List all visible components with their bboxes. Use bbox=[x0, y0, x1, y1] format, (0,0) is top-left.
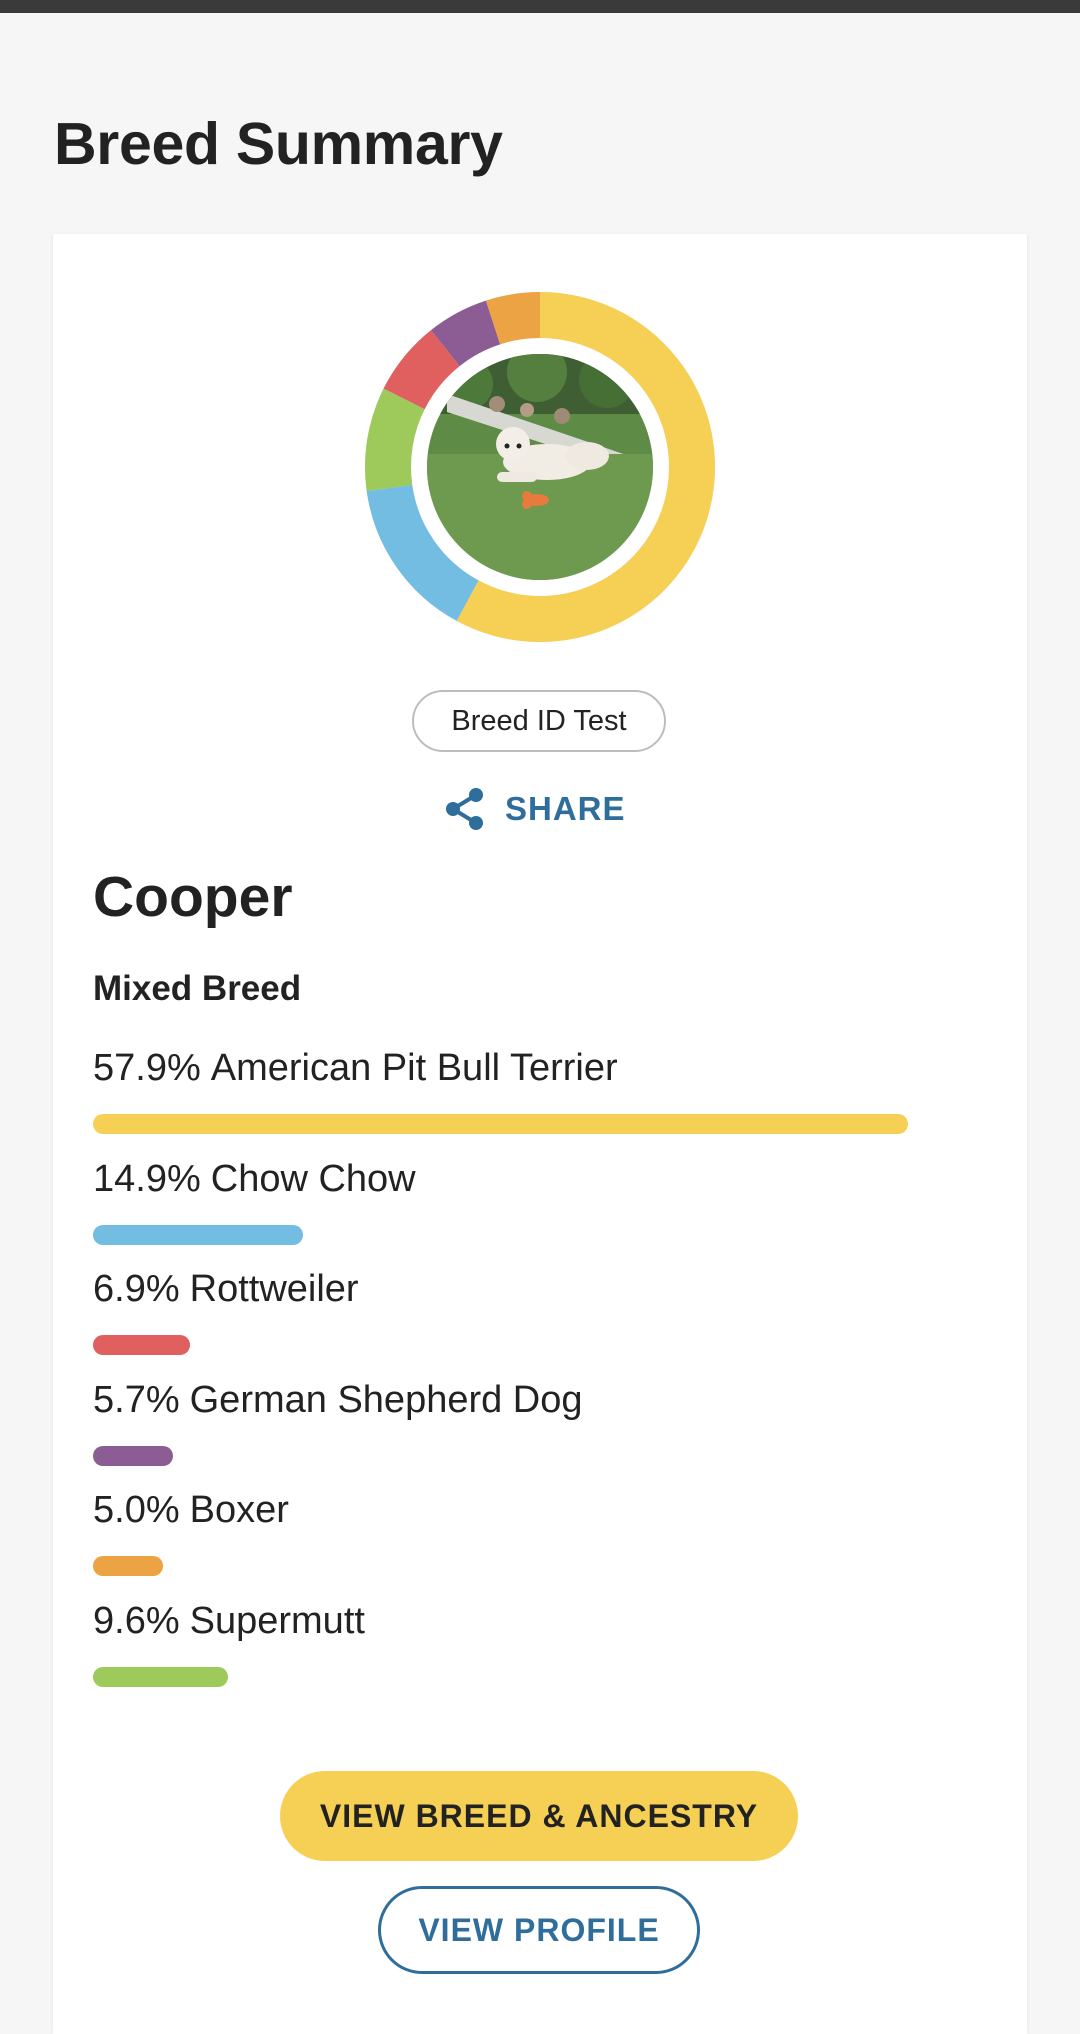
page-title: Breed Summary bbox=[54, 111, 503, 177]
breed-bar-track bbox=[93, 1556, 913, 1577]
view-profile-button[interactable]: VIEW PROFILE bbox=[378, 1886, 700, 1974]
breed-bar bbox=[93, 1556, 164, 1577]
view-breed-ancestry-button[interactable]: VIEW BREED & ANCESTRY bbox=[280, 1771, 798, 1861]
breed-name: Boxer bbox=[189, 1489, 289, 1532]
breed-percent: 6.9% bbox=[93, 1268, 180, 1311]
donut-segment bbox=[383, 330, 461, 410]
share-label: SHARE bbox=[505, 790, 626, 827]
breed-bar bbox=[93, 1335, 191, 1356]
breed-percent: 14.9% bbox=[93, 1157, 201, 1200]
breed-donut-chart bbox=[365, 292, 715, 642]
breed-percent: 57.9% bbox=[93, 1047, 201, 1089]
breed-percent: 9.6% bbox=[93, 1599, 180, 1642]
breed-id-test-badge: Breed ID Test bbox=[412, 690, 666, 752]
share-button[interactable]: SHARE bbox=[443, 786, 626, 832]
breed-row-german-shepherd: 5.7% German Shepherd Dog bbox=[93, 1378, 913, 1489]
breed-bar bbox=[93, 1114, 908, 1134]
breed-type: Mixed Breed bbox=[93, 969, 302, 1008]
breed-name: Supermutt bbox=[189, 1599, 365, 1642]
breed-bar-track bbox=[93, 1335, 913, 1356]
breed-bar-track bbox=[93, 1666, 913, 1687]
breed-bar bbox=[93, 1666, 229, 1687]
donut-segment bbox=[365, 388, 425, 492]
share-icon bbox=[446, 788, 483, 830]
breed-name: American Pit Bull Terrier bbox=[210, 1047, 618, 1089]
breed-percent: 5.0% bbox=[93, 1489, 180, 1532]
breed-bar-track bbox=[93, 1445, 913, 1466]
breed-bar-track bbox=[93, 1224, 913, 1245]
breed-name: German Shepherd Dog bbox=[189, 1378, 583, 1421]
breed-row-chow-chow: 14.9% Chow Chow bbox=[93, 1157, 913, 1268]
breed-list: 57.9% American Pit Bull Terrier 14.9% Chow… bbox=[93, 1046, 913, 1710]
breed-summary-card: Breed ID Test SHARE Cooper Mixed Breed 5… bbox=[53, 234, 1027, 2034]
dog-photo-icon bbox=[427, 354, 653, 580]
donut-segment bbox=[485, 292, 541, 345]
breed-bar bbox=[93, 1224, 303, 1245]
breed-row-supermutt: 9.6% Supermutt bbox=[93, 1599, 913, 1710]
breed-bar-track bbox=[93, 1114, 913, 1134]
breed-bar bbox=[93, 1445, 174, 1466]
dog-name: Cooper bbox=[93, 865, 293, 929]
donut-segment bbox=[431, 300, 501, 367]
dog-photo bbox=[427, 354, 653, 580]
breed-name: Rottweiler bbox=[189, 1268, 359, 1311]
breed-name: Chow Chow bbox=[210, 1157, 416, 1200]
breed-row-boxer: 5.0% Boxer bbox=[93, 1488, 913, 1599]
breed-percent: 5.7% bbox=[93, 1378, 180, 1421]
breed-row-rottweiler: 6.9% Rottweiler bbox=[93, 1267, 913, 1378]
top-strip bbox=[0, 0, 1080, 13]
breed-row-pit-bull: 57.9% American Pit Bull Terrier bbox=[93, 1046, 913, 1157]
